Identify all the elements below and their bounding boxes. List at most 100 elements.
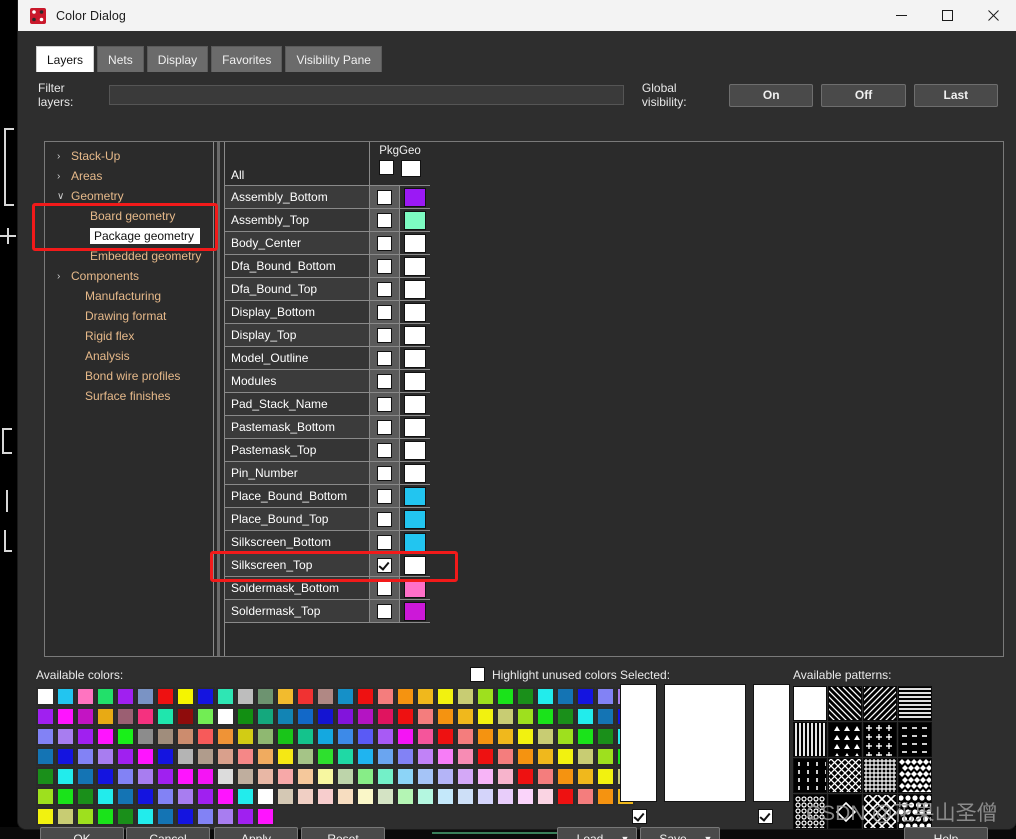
layer-color-swatch[interactable]: [404, 440, 426, 460]
palette-color[interactable]: [196, 707, 215, 726]
palette-color[interactable]: [456, 707, 475, 726]
layer-color-cell[interactable]: [400, 531, 430, 553]
palette-color[interactable]: [276, 707, 295, 726]
palette-color[interactable]: [596, 767, 615, 786]
palette-color[interactable]: [356, 727, 375, 746]
layer-visibility-cell[interactable]: [370, 393, 400, 415]
palette-color[interactable]: [56, 727, 75, 746]
layer-color-swatch[interactable]: [404, 187, 426, 207]
global-visibility-last-button[interactable]: Last: [913, 83, 998, 107]
selected-swatch-2[interactable]: [664, 684, 746, 802]
palette-color[interactable]: [556, 767, 575, 786]
palette-color[interactable]: [36, 727, 55, 746]
palette-color[interactable]: [276, 787, 295, 806]
layer-color-swatch[interactable]: [404, 348, 426, 368]
palette-color[interactable]: [376, 687, 395, 706]
tree-item-geometry[interactable]: ∨ Geometry: [45, 186, 213, 206]
help-button[interactable]: Help: [904, 827, 988, 839]
layer-visibility-cell[interactable]: [370, 278, 400, 300]
layer-visibility-cell[interactable]: [370, 439, 400, 461]
table-row[interactable]: Dfa_Bound_Top: [225, 278, 430, 301]
palette-color[interactable]: [436, 707, 455, 726]
palette-color[interactable]: [516, 767, 535, 786]
save-button[interactable]: Save ▼: [640, 827, 720, 839]
palette-color[interactable]: [416, 727, 435, 746]
layer-color-swatch[interactable]: [404, 532, 426, 552]
chevron-down-icon[interactable]: ∨: [57, 191, 71, 202]
table-row[interactable]: Pastemask_Top: [225, 439, 430, 462]
palette-color[interactable]: [596, 707, 615, 726]
palette-color[interactable]: [236, 727, 255, 746]
palette-color[interactable]: [396, 787, 415, 806]
palette-color[interactable]: [296, 707, 315, 726]
palette-color[interactable]: [496, 687, 515, 706]
palette-color[interactable]: [396, 687, 415, 706]
palette-color[interactable]: [376, 707, 395, 726]
layer-visibility-cell[interactable]: [370, 508, 400, 530]
palette-color[interactable]: [276, 747, 295, 766]
layer-color-swatch[interactable]: [404, 486, 426, 506]
palette-color[interactable]: [116, 687, 135, 706]
table-row[interactable]: Display_Bottom: [225, 301, 430, 324]
palette-color[interactable]: [536, 767, 555, 786]
palette-color[interactable]: [276, 767, 295, 786]
palette-color[interactable]: [476, 747, 495, 766]
layer-color-cell[interactable]: [400, 485, 430, 507]
minimize-button[interactable]: [878, 0, 924, 31]
tree-item-embedded-geometry[interactable]: Embedded geometry: [45, 246, 213, 266]
palette-color[interactable]: [196, 687, 215, 706]
tab-visibility-pane[interactable]: Visibility Pane: [285, 46, 382, 72]
palette-color[interactable]: [456, 687, 475, 706]
tree-item-manufacturing[interactable]: Manufacturing: [45, 286, 213, 306]
layer-color-cell[interactable]: [400, 439, 430, 461]
layer-color-cell[interactable]: [400, 347, 430, 369]
palette-color[interactable]: [96, 687, 115, 706]
palette-color[interactable]: [576, 707, 595, 726]
palette-color[interactable]: [456, 727, 475, 746]
palette-color[interactable]: [356, 747, 375, 766]
highlight-unused-colors[interactable]: Highlight unused colors: [470, 667, 617, 682]
layer-color-cell[interactable]: [400, 278, 430, 300]
layer-color-cell[interactable]: [400, 554, 430, 576]
palette-color[interactable]: [436, 767, 455, 786]
global-visibility-on-button[interactable]: On: [729, 83, 814, 107]
palette-color[interactable]: [316, 747, 335, 766]
palette-color[interactable]: [336, 707, 355, 726]
palette-color[interactable]: [96, 787, 115, 806]
layer-visibility-checkbox[interactable]: [377, 281, 392, 297]
palette-color[interactable]: [176, 727, 195, 746]
palette-color[interactable]: [216, 727, 235, 746]
palette-color[interactable]: [316, 727, 335, 746]
palette-color[interactable]: [536, 787, 555, 806]
layer-visibility-checkbox[interactable]: [377, 327, 392, 343]
chevron-down-icon[interactable]: ▼: [614, 834, 636, 839]
pattern-grid[interactable]: [863, 758, 897, 793]
table-row[interactable]: Place_Bound_Bottom: [225, 485, 430, 508]
palette-color[interactable]: [56, 707, 75, 726]
palette-color[interactable]: [176, 787, 195, 806]
tree-item-stack-up[interactable]: › Stack-Up: [45, 146, 213, 166]
load-button[interactable]: Load ▼: [557, 827, 637, 839]
layer-color-swatch[interactable]: [404, 210, 426, 230]
palette-color[interactable]: [476, 707, 495, 726]
palette-color[interactable]: [236, 747, 255, 766]
layer-color-swatch[interactable]: [404, 325, 426, 345]
layer-visibility-cell[interactable]: [370, 554, 400, 576]
layer-visibility-checkbox[interactable]: [377, 304, 392, 320]
tab-layers[interactable]: Layers: [36, 46, 95, 72]
palette-color[interactable]: [216, 767, 235, 786]
palette-color[interactable]: [436, 747, 455, 766]
palette-color[interactable]: [356, 787, 375, 806]
palette-color[interactable]: [196, 727, 215, 746]
layer-color-swatch[interactable]: [404, 601, 426, 621]
layer-color-swatch[interactable]: [404, 233, 426, 253]
layer-color-swatch[interactable]: [404, 394, 426, 414]
palette-color[interactable]: [376, 787, 395, 806]
palette-color[interactable]: [136, 727, 155, 746]
panel-splitter[interactable]: [213, 142, 225, 656]
palette-color[interactable]: [536, 707, 555, 726]
palette-color[interactable]: [496, 707, 515, 726]
palette-color[interactable]: [176, 747, 195, 766]
palette-color[interactable]: [476, 727, 495, 746]
palette-color[interactable]: [416, 787, 435, 806]
